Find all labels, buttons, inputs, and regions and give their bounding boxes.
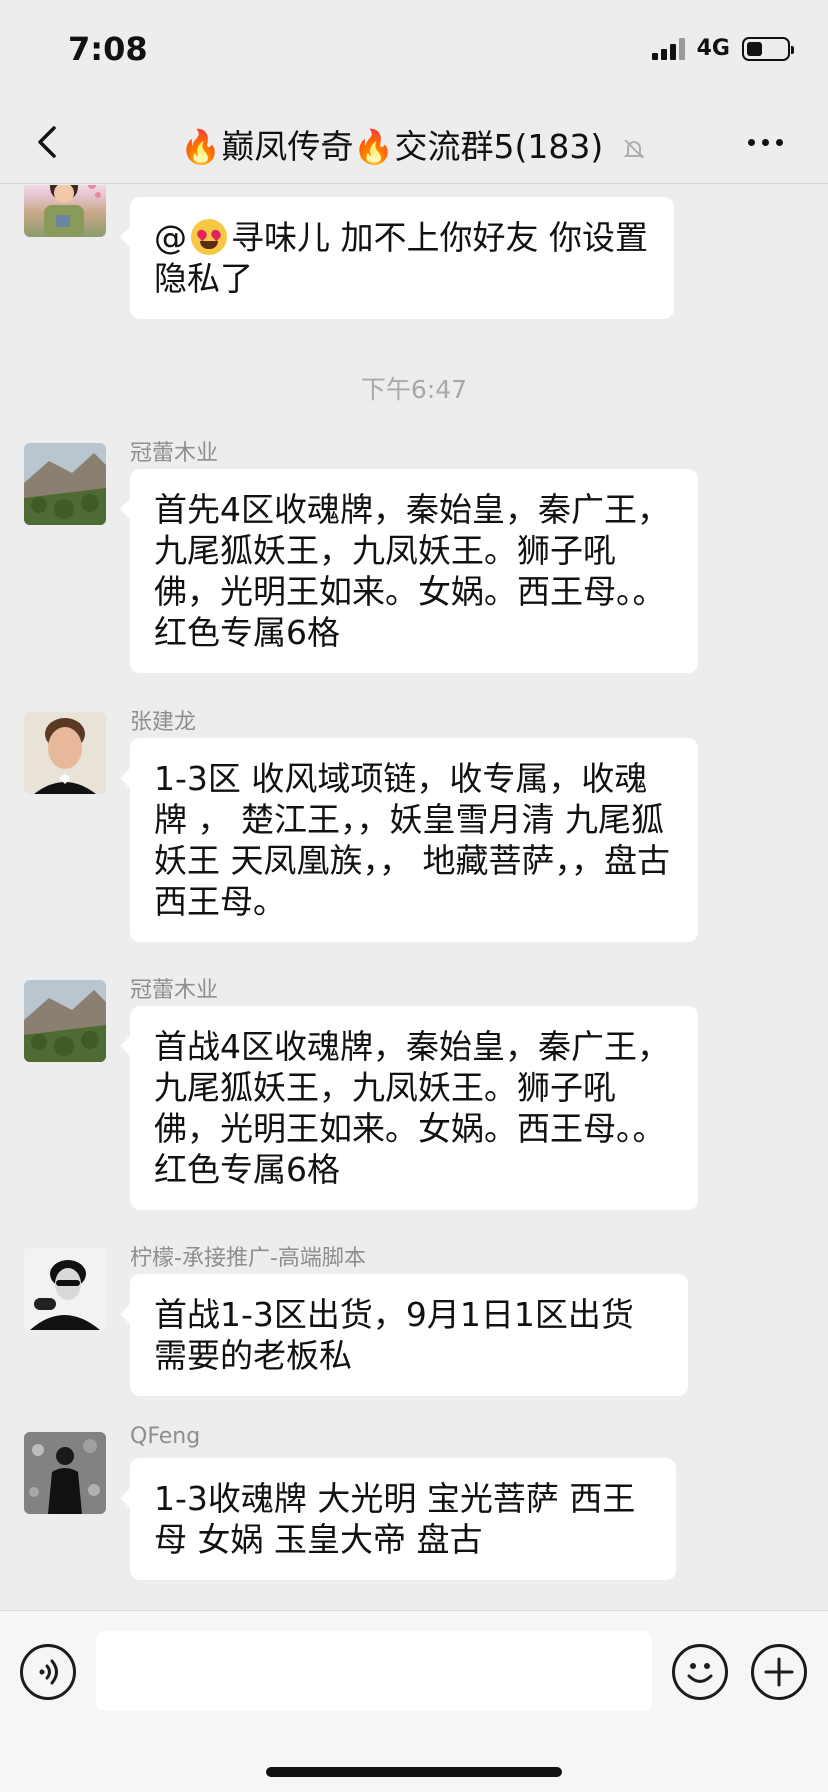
status-icons: 4G bbox=[651, 36, 794, 61]
smiley-icon bbox=[687, 1663, 713, 1683]
status-bar: 7:08 4G bbox=[0, 0, 828, 100]
mention-at: @ bbox=[154, 218, 187, 257]
message-text: 1-3收魂牌 大光明 宝光菩萨 西王母 女娲 玉皇大帝 盘古 bbox=[154, 1479, 636, 1559]
sender-name: 冠蕾木业 bbox=[130, 978, 219, 1003]
message-bubble[interactable]: 1-3收魂牌 大光明 宝光菩萨 西王母 女娲 玉皇大帝 盘古 bbox=[120, 1458, 676, 1580]
sender-name: 冠蕾木业 bbox=[130, 441, 219, 466]
fire-icon: 🔥 bbox=[180, 127, 222, 166]
message-text: 首先4区收魂牌，秦始皇，秦广王，九尾狐妖王，九凤妖王。狮子吼佛，光明王如来。女娲… bbox=[154, 490, 670, 652]
message-bubble[interactable]: 首先4区收魂牌，秦始皇，秦广王，九尾狐妖王，九凤妖王。狮子吼佛，光明王如来。女娲… bbox=[120, 469, 698, 673]
avatar[interactable] bbox=[24, 980, 106, 1062]
plus-icon bbox=[764, 1657, 794, 1687]
battery-icon bbox=[742, 36, 794, 61]
sender-name: QFeng bbox=[130, 1424, 201, 1449]
message-text: 首战4区收魂牌，秦始皇，秦广王，九尾狐妖王，九凤妖王。狮子吼佛，光明王如来。女娲… bbox=[154, 1027, 670, 1189]
chat-title-part1: 巅凤传奇 bbox=[221, 127, 354, 166]
message-text: 1-3区 收风域项链，收专属，收魂牌 ， 楚江王，，妖皇雪月清 九尾狐妖王 天凤… bbox=[154, 759, 670, 921]
message-text: 寻味儿 加不上你好友 你设置隐私了 bbox=[154, 218, 648, 298]
sender-name: 张建龙 bbox=[130, 710, 197, 735]
voice-input-button[interactable] bbox=[20, 1644, 76, 1700]
signal-icon bbox=[651, 37, 685, 60]
message-bubble[interactable]: 1-3区 收风域项链，收专属，收魂牌 ， 楚江王，，妖皇雪月清 九尾狐妖王 天凤… bbox=[120, 738, 698, 942]
message-list[interactable]: @ 寻味儿 加不上你好友 你设置隐私了 下午6:47 冠蕾木业 首先4区收魂牌，秦… bbox=[0, 185, 828, 1610]
fire-icon: 🔥 bbox=[353, 127, 395, 166]
mute-bell-icon bbox=[623, 138, 645, 159]
input-bar bbox=[0, 1610, 828, 1792]
avatar[interactable] bbox=[24, 1432, 106, 1514]
message-input[interactable] bbox=[96, 1631, 652, 1711]
message-bubble[interactable]: @ 寻味儿 加不上你好友 你设置隐私了 bbox=[120, 197, 674, 319]
chat-title: 🔥巅凤传奇🔥交流群5(183) bbox=[0, 120, 828, 168]
time-separator: 下午6:47 bbox=[360, 375, 468, 404]
avatar[interactable] bbox=[24, 1248, 106, 1330]
more-actions-button[interactable] bbox=[751, 1644, 807, 1700]
heart-eyes-cat-icon bbox=[191, 219, 227, 255]
avatar[interactable] bbox=[24, 443, 106, 525]
more-options-button[interactable] bbox=[748, 128, 792, 156]
message-text: 首战1-3区出货，9月1日1区出货需要的老板私 bbox=[154, 1295, 634, 1375]
message-bubble[interactable]: 首战1-3区出货，9月1日1区出货需要的老板私 bbox=[120, 1274, 688, 1396]
sender-name: 柠檬-承接推广-高端脚本 bbox=[130, 1246, 366, 1271]
message-bubble[interactable]: 首战4区收魂牌，秦始皇，秦广王，九尾狐妖王，九凤妖王。狮子吼佛，光明王如来。女娲… bbox=[120, 1006, 698, 1210]
avatar[interactable] bbox=[24, 185, 106, 237]
network-type: 4G bbox=[696, 36, 730, 61]
emoji-button[interactable] bbox=[672, 1644, 728, 1700]
chat-header: 🔥巅凤传奇🔥交流群5(183) bbox=[0, 100, 828, 184]
status-time: 7:08 bbox=[68, 30, 148, 68]
home-indicator[interactable] bbox=[266, 1767, 562, 1777]
chat-title-part2: 交流群5(183) bbox=[394, 127, 604, 166]
avatar[interactable] bbox=[24, 712, 106, 794]
voice-icon bbox=[39, 1659, 58, 1685]
